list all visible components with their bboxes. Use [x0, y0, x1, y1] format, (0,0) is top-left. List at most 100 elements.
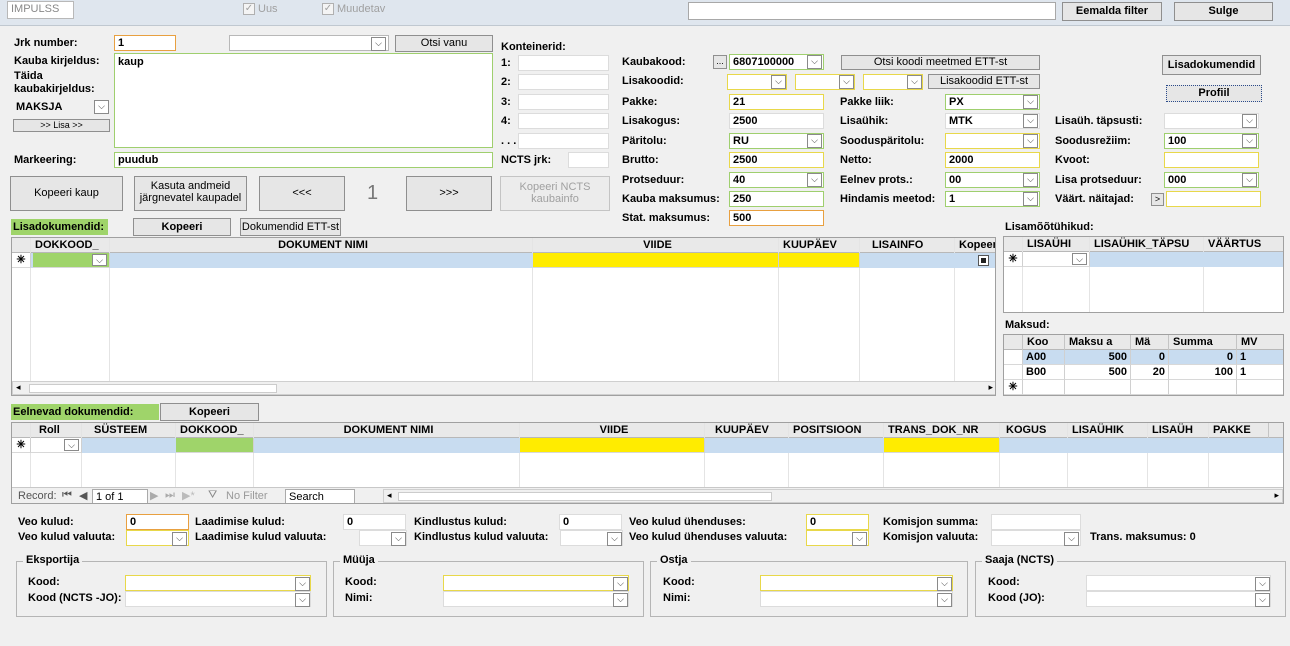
laadimise-kulud-field[interactable]: 0 — [343, 514, 406, 530]
col-dokument-nimi[interactable]: DOKUMENT NIMI — [110, 238, 533, 253]
col-susteem[interactable]: SÜSTEEM — [82, 423, 176, 438]
trans-dok-nr-cell[interactable] — [884, 438, 1000, 453]
chevron-down-icon[interactable]: ⌵ — [937, 593, 952, 607]
copy-ncts-button[interactable]: Kopeeri NCTS kaubainfo — [500, 176, 610, 211]
horizontal-scrollbar[interactable]: ◂ ▸ — [383, 489, 1283, 503]
chevron-down-icon[interactable]: ⌵ — [1242, 134, 1257, 148]
col-lisauh[interactable]: LISAÜH — [1148, 423, 1209, 438]
new-row[interactable]: ✳ ⌵ — [1004, 252, 1283, 267]
container-field-more[interactable] — [518, 133, 609, 149]
previous-button[interactable]: <<< — [259, 176, 345, 211]
col-mv[interactable]: MV — [1237, 335, 1283, 350]
col-pakke[interactable]: PAKKE — [1209, 423, 1269, 438]
chevron-down-icon[interactable]: ⌵ — [937, 577, 952, 591]
viide-cell[interactable] — [533, 253, 779, 268]
maksu-alus-cell[interactable] — [1065, 380, 1131, 395]
horizontal-scrollbar[interactable]: ◂ ▸ — [12, 381, 995, 395]
new-record-icon[interactable]: ▶* — [182, 489, 195, 502]
col-viide[interactable]: VIIDE — [533, 238, 779, 253]
vaart-field[interactable] — [1166, 191, 1261, 207]
chevron-down-icon[interactable]: ⌵ — [1242, 173, 1257, 187]
container-field-2[interactable] — [518, 74, 609, 90]
next-button[interactable]: >>> — [406, 176, 492, 211]
mv-cell[interactable] — [1237, 380, 1283, 395]
chevron-down-icon[interactable]: ⌵ — [1023, 134, 1038, 148]
col-maar[interactable]: Mä — [1131, 335, 1169, 350]
mv-cell[interactable]: 1 — [1237, 350, 1283, 365]
jrk-number-field[interactable]: 1 — [114, 35, 176, 51]
scroll-thumb[interactable] — [29, 384, 277, 393]
komisjon-summa-field[interactable] — [991, 514, 1081, 530]
mv-cell[interactable]: 1 — [1237, 365, 1283, 380]
col-kuupaev[interactable]: KUUPÄEV — [705, 423, 789, 438]
pakke-field[interactable]: 21 — [729, 94, 824, 110]
viide-cell[interactable] — [520, 438, 705, 453]
row-selector[interactable] — [1004, 365, 1023, 380]
chevron-down-icon[interactable]: ⌵ — [391, 532, 406, 546]
chevron-down-icon[interactable]: ⌵ — [92, 254, 107, 266]
brutto-field[interactable]: 2500 — [729, 152, 824, 168]
row-selector[interactable] — [1004, 350, 1023, 365]
ostja-kood-field[interactable] — [760, 575, 953, 591]
col-vaartus[interactable]: VÄÄRTUS — [1204, 237, 1283, 252]
no-filter-label[interactable]: No Filter — [226, 490, 268, 502]
saaja-kood-field[interactable] — [1086, 575, 1271, 591]
muuja-nimi-field[interactable] — [443, 591, 629, 607]
new-row[interactable]: ✳ — [1004, 380, 1283, 395]
eelnevad-copy-button[interactable]: Kopeeri — [160, 403, 259, 421]
lisamoot-grid[interactable]: LISAÜHI LISAÜHIK_TÄPSU VÄÄRTUS ✳ ⌵ — [1003, 236, 1284, 313]
veo-uhenduses-field[interactable]: 0 — [806, 514, 869, 530]
summa-cell[interactable]: 0 — [1169, 350, 1237, 365]
kood-cell[interactable] — [1023, 380, 1065, 395]
summa-cell[interactable] — [1169, 380, 1237, 395]
col-dokkood[interactable]: DOKKOOD_ — [31, 238, 110, 253]
eksportija-kood2-field[interactable] — [125, 591, 311, 607]
scroll-thumb[interactable] — [398, 492, 772, 501]
lisadok-grid[interactable]: DOKKOOD_ DOKUMENT NIMI VIIDE KUUPÄEV LIS… — [11, 237, 996, 396]
chevron-down-icon[interactable]: ⌵ — [807, 55, 822, 69]
filter-input[interactable] — [688, 2, 1056, 20]
col-maksu-alus[interactable]: Maksu a — [1065, 335, 1131, 350]
lisadokumendid-button[interactable]: Lisadokumendid — [1162, 55, 1261, 75]
col-dokkood[interactable]: DOKKOOD_ — [176, 423, 254, 438]
chevron-down-icon[interactable]: ⌵ — [1242, 114, 1257, 128]
col-kogus[interactable]: KOGUS — [1000, 423, 1068, 438]
new-row[interactable]: ✳ ⌵ — [12, 253, 995, 268]
kauba-maksumus-field[interactable]: 250 — [729, 191, 824, 207]
next-record-icon[interactable]: ▶ — [150, 489, 158, 502]
col-trans-dok-nr[interactable]: TRANS_DOK_NR — [884, 423, 1000, 438]
lisadok-copy-button[interactable]: Kopeeri — [133, 218, 231, 236]
chevron-down-icon[interactable]: ⌵ — [1023, 192, 1038, 206]
kuupaev-cell[interactable] — [779, 253, 860, 268]
ncts-jrk-field[interactable] — [568, 152, 609, 168]
kindlustus-kulud-field[interactable]: 0 — [559, 514, 622, 530]
jrk-select[interactable] — [229, 35, 389, 51]
chevron-down-icon[interactable]: ⌵ — [94, 100, 109, 114]
summa-cell[interactable]: 100 — [1169, 365, 1237, 380]
copy-item-button[interactable]: Kopeeri kaup — [10, 176, 123, 211]
description-textarea[interactable]: kaup — [114, 53, 493, 148]
profiil-button[interactable]: Profiil — [1166, 85, 1262, 102]
uus-checkbox[interactable]: ✓ — [243, 3, 255, 15]
maar-cell[interactable]: 20 — [1131, 365, 1169, 380]
chevron-down-icon[interactable]: ⌵ — [1023, 114, 1038, 128]
chevron-down-icon[interactable]: ⌵ — [1064, 532, 1079, 546]
col-lisauhik[interactable]: LISAÜHI — [1023, 237, 1090, 252]
lisakoodid-ett-button[interactable]: Lisakoodid ETT-st — [928, 74, 1040, 89]
col-summa[interactable]: Summa — [1169, 335, 1237, 350]
vaart-button[interactable]: > — [1151, 193, 1164, 206]
col-roll[interactable]: Roll — [31, 423, 82, 438]
chevron-down-icon[interactable]: ⌵ — [371, 37, 386, 51]
kvoot-field[interactable] — [1164, 152, 1259, 168]
muudetav-checkbox[interactable]: ✓ — [322, 3, 334, 15]
eelnevad-grid[interactable]: Roll SÜSTEEM DOKKOOD_ DOKUMENT NIMI VIID… — [11, 422, 1284, 504]
container-field-4[interactable] — [518, 113, 609, 129]
chevron-down-icon[interactable]: ⌵ — [64, 439, 79, 451]
chevron-down-icon[interactable]: ⌵ — [807, 173, 822, 187]
search-old-button[interactable]: Otsi vanu — [395, 35, 493, 52]
chevron-down-icon[interactable]: ⌵ — [907, 75, 922, 89]
col-viide[interactable]: VIIDE — [520, 423, 705, 438]
close-button[interactable]: Sulge — [1174, 2, 1273, 21]
add-button[interactable]: >> Lisa >> — [13, 119, 110, 132]
col-kopeer[interactable]: Kopeer — [955, 238, 995, 253]
